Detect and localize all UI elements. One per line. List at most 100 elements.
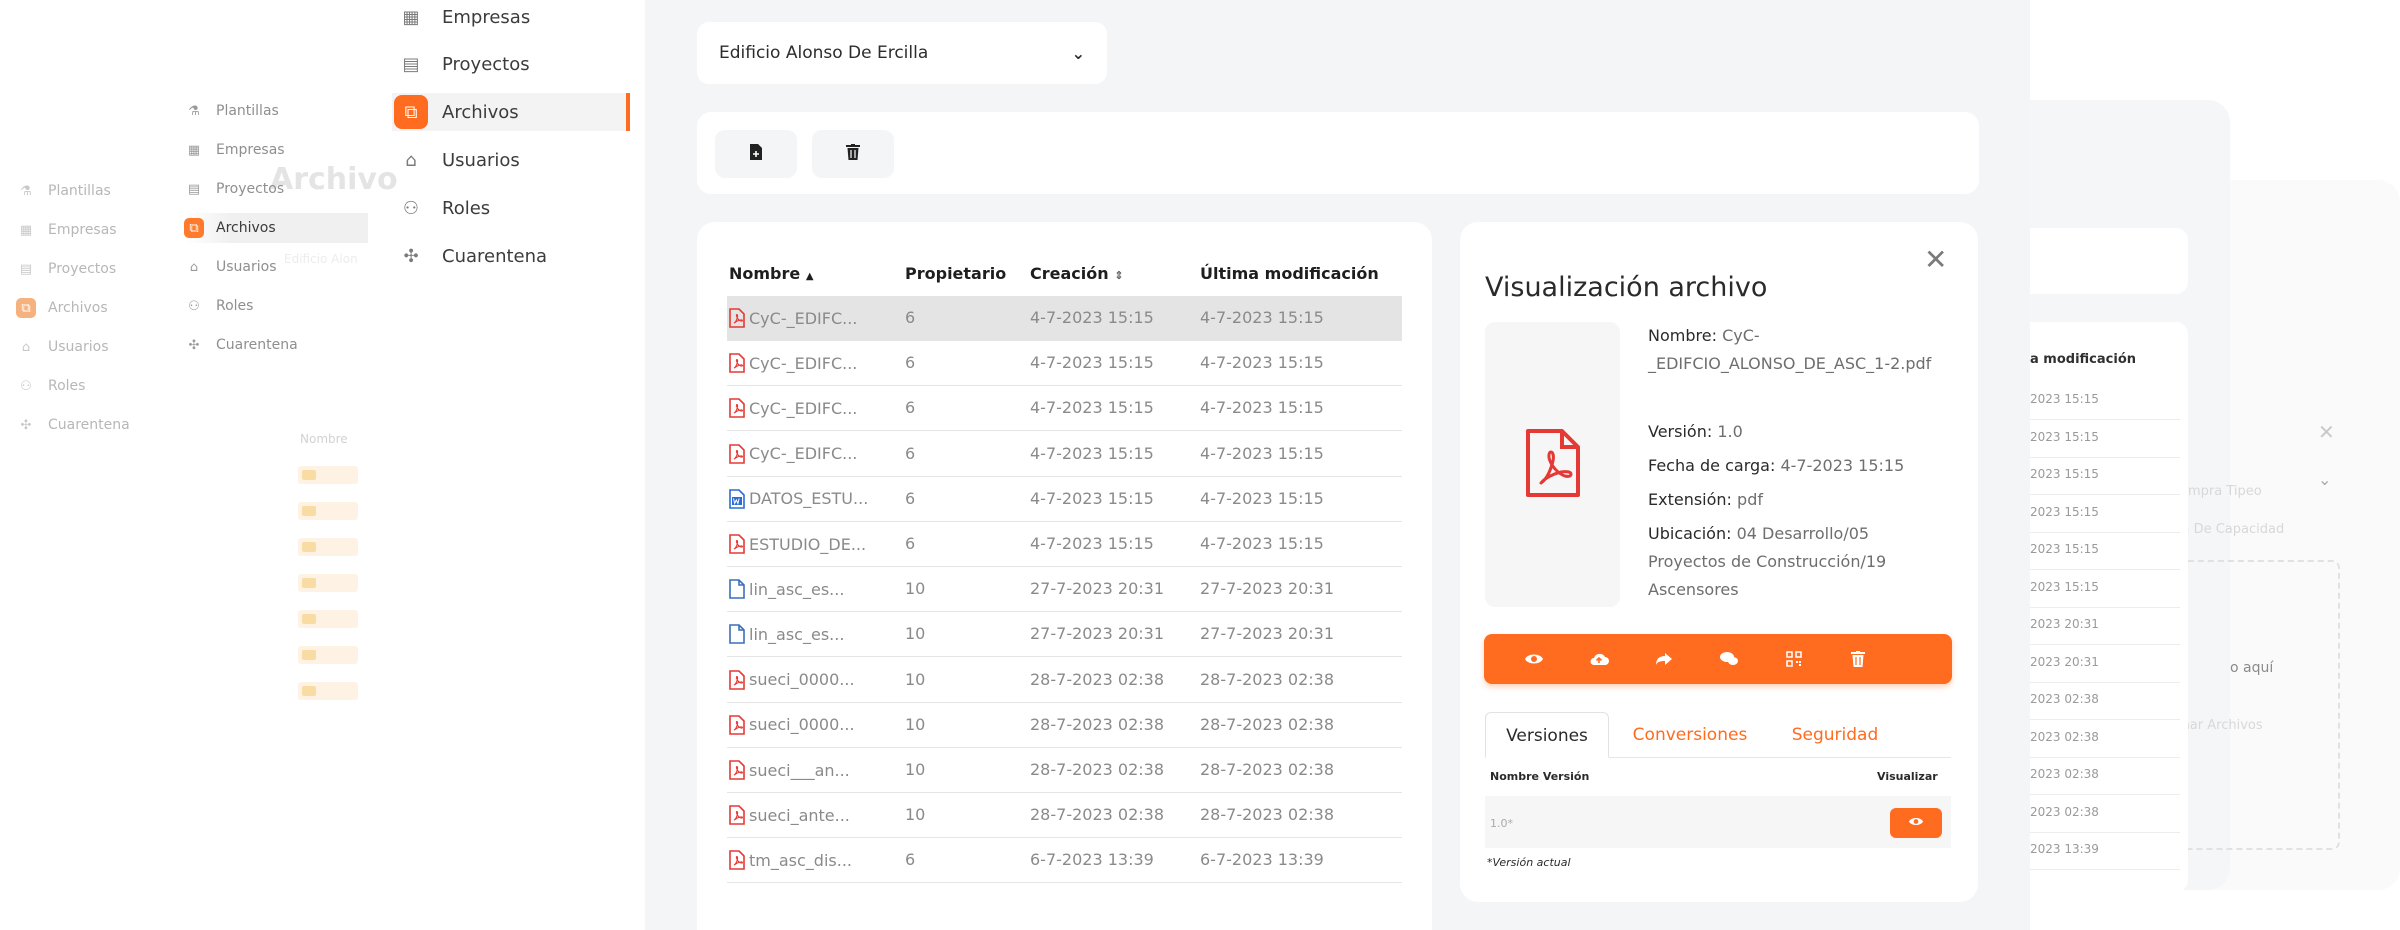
projects-icon: ▤ bbox=[187, 181, 201, 197]
nav-item-empresas[interactable]: ▦ Empresas bbox=[392, 0, 630, 36]
ghost-list-row: 2023 15:15 bbox=[2030, 384, 2180, 420]
roles-icon: ⚇ bbox=[402, 197, 420, 219]
ghost-close-icon: ✕ bbox=[2318, 420, 2335, 444]
roles-icon: ⚇ bbox=[20, 378, 32, 394]
versions-header-view: Visualizar bbox=[1877, 770, 1938, 783]
ghost-mid-nav-item: ✣ Cuarentena bbox=[184, 330, 298, 360]
tab-seguridad[interactable]: Seguridad bbox=[1775, 712, 1895, 758]
table-row[interactable]: DATOS_ESTU... 6 4-7-2023 15:15 4-7-2023 15:… bbox=[727, 477, 1402, 522]
cell-nombre: sueci_0000... bbox=[729, 669, 855, 690]
project-select[interactable]: Edificio Alonso De Ercilla ⌄ bbox=[697, 22, 1107, 84]
roles-icon: ⚇ bbox=[188, 298, 200, 314]
toolbar bbox=[697, 112, 1979, 194]
col-header-propietario[interactable]: Propietario bbox=[905, 264, 1006, 283]
table-row[interactable]: ESTUDIO_DE... 6 4-7-2023 15:15 4-7-2023 15:… bbox=[727, 522, 1402, 567]
nav-item-proyectos[interactable]: ▤ Proyectos bbox=[392, 45, 630, 83]
nav-item-usuarios[interactable]: ⌂ Usuarios bbox=[392, 141, 630, 179]
table-row[interactable]: sueci_0000... 10 28-7-2023 02:38 28-7-2023 … bbox=[727, 703, 1402, 748]
ghost-mid-nav-item: ⌂ Usuarios bbox=[184, 252, 277, 282]
cell-modificacion: 4-7-2023 15:15 bbox=[1200, 534, 1324, 553]
cell-modificacion: 28-7-2023 02:38 bbox=[1200, 805, 1334, 825]
file-icon bbox=[729, 579, 745, 599]
cell-creacion: 4-7-2023 15:15 bbox=[1030, 488, 1154, 508]
info-ubicacion: Ubicación: 04 Desarrollo/05 Proyectos de… bbox=[1648, 524, 1887, 599]
cell-modificacion: 4-7-2023 15:15 bbox=[1200, 308, 1324, 327]
home-icon: ⌂ bbox=[21, 339, 31, 355]
comments-icon[interactable] bbox=[1717, 648, 1741, 670]
cell-creacion: 4-7-2023 15:15 bbox=[1030, 443, 1154, 463]
table-row[interactable]: tm_asc_dis... 6 6-7-2023 13:39 6-7-2023 13:… bbox=[727, 838, 1402, 884]
ghost-card bbox=[2018, 228, 2188, 294]
cell-propietario: 10 bbox=[905, 669, 926, 689]
files-icon: ⧉ bbox=[394, 95, 428, 129]
col-header-nombre[interactable]: Nombre ▲ bbox=[729, 264, 814, 283]
new-file-button[interactable] bbox=[715, 130, 797, 178]
ghost-far-nav-item: ✣ Cuarentena bbox=[16, 410, 130, 440]
view-icon[interactable] bbox=[1522, 648, 1546, 670]
cloud-upload-icon[interactable] bbox=[1587, 648, 1611, 670]
ghost-list-row: 2023 20:31 bbox=[2030, 609, 2180, 645]
table-row[interactable]: CyC-_EDIFC... 6 4-7-2023 15:15 4-7-2023 15:… bbox=[727, 432, 1402, 477]
ghost-row bbox=[298, 610, 358, 628]
trash-icon[interactable] bbox=[1846, 648, 1870, 670]
table-row[interactable]: CyC-_EDIFC... 6 4-7-2023 15:15 4-7-2023 15:… bbox=[727, 341, 1402, 387]
cell-nombre: tm_asc_dis... bbox=[729, 850, 852, 871]
file-icon bbox=[729, 624, 745, 645]
pdf-file-icon bbox=[729, 353, 745, 373]
cell-propietario: 10 bbox=[905, 579, 926, 599]
table-row[interactable]: CyC-_EDIFC... 6 4-7-2023 15:15 4-7-2023 15:… bbox=[727, 386, 1402, 432]
templates-icon: ⚗ bbox=[20, 183, 32, 199]
share-icon[interactable] bbox=[1652, 648, 1676, 670]
col-header-ultima-modificacion[interactable]: Última modificación bbox=[1200, 264, 1379, 283]
qr-code-icon[interactable] bbox=[1782, 648, 1806, 670]
col-header-creacion[interactable]: Creación ⇕ bbox=[1030, 264, 1123, 283]
cell-creacion: 28-7-2023 02:38 bbox=[1030, 714, 1164, 734]
view-version-button[interactable] bbox=[1890, 808, 1942, 838]
table-row[interactable]: sueci_0000... 10 28-7-2023 02:38 28-7-2023 … bbox=[727, 658, 1402, 703]
cell-creacion: 27-7-2023 20:31 bbox=[1030, 579, 1164, 599]
ghost-list-row: 2023 15:15 bbox=[2030, 459, 2180, 495]
cell-nombre: DATOS_ESTU... bbox=[729, 488, 868, 509]
table-row[interactable]: sueci___an... 10 28-7-2023 02:38 28-7-2023 … bbox=[727, 748, 1402, 793]
cell-nombre: CyC-_EDIFC... bbox=[729, 353, 857, 373]
cell-propietario: 6 bbox=[905, 488, 916, 508]
cell-nombre: ESTUDIO_DE... bbox=[729, 534, 866, 554]
info-fecha: Fecha de carga: 4-7-2023 15:15 bbox=[1648, 456, 1905, 475]
ghost-page-title: Archivo bbox=[270, 162, 398, 197]
cell-creacion: 27-7-2023 20:31 bbox=[1030, 624, 1164, 644]
tab-conversiones[interactable]: Conversiones bbox=[1615, 712, 1765, 758]
ghost-mid-nav-item: ⚗ Plantillas bbox=[184, 96, 279, 126]
cell-nombre: CyC-_EDIFC... bbox=[729, 308, 857, 328]
cell-propietario: 10 bbox=[905, 760, 926, 779]
ghost-mid-nav-item: ⚇ Roles bbox=[184, 291, 253, 321]
table-row[interactable]: lin_asc_es... 10 27-7-2023 20:31 27-7-2023 … bbox=[727, 567, 1402, 613]
chevron-down-icon: ⌄ bbox=[1071, 43, 1085, 63]
nav-item-cuarentena[interactable]: ✣ Cuarentena bbox=[392, 237, 630, 275]
close-icon[interactable]: ✕ bbox=[1924, 246, 1947, 274]
home-icon: ⌂ bbox=[405, 149, 417, 171]
files-icon: ⧉ bbox=[16, 298, 36, 318]
cell-creacion: 4-7-2023 15:15 bbox=[1030, 398, 1154, 418]
cell-modificacion: 4-7-2023 15:15 bbox=[1200, 353, 1324, 373]
nav-item-roles[interactable]: ⚇ Roles bbox=[392, 189, 630, 227]
table-row[interactable]: CyC-_EDIFC... 6 4-7-2023 15:15 4-7-2023 15:… bbox=[727, 296, 1402, 341]
ghost-row bbox=[298, 682, 358, 700]
nav-item-archivos[interactable]: ⧉ Archivos bbox=[392, 93, 630, 131]
cell-nombre: sueci_ante... bbox=[729, 805, 850, 825]
ghost-project-text: Edificio Alon bbox=[284, 252, 358, 266]
pdf-file-icon bbox=[729, 714, 745, 735]
version-note: *Versión actual bbox=[1487, 856, 1571, 869]
ghost-list-row: 2023 15:15 bbox=[2030, 572, 2180, 608]
tab-versiones[interactable]: Versiones bbox=[1485, 712, 1609, 758]
ghost-row bbox=[298, 502, 358, 520]
trash-icon bbox=[846, 143, 860, 165]
info-extension: Extensión: pdf bbox=[1648, 490, 1763, 509]
pdf-file-icon bbox=[729, 308, 745, 328]
quarantine-icon: ✣ bbox=[188, 337, 200, 353]
ghost-list-header: a modificación bbox=[2030, 352, 2136, 367]
version-name: 1.0* bbox=[1490, 817, 1513, 830]
table-row[interactable]: lin_asc_es... 10 27-7-2023 20:31 27-7-2023 … bbox=[727, 612, 1402, 658]
cell-creacion: 4-7-2023 15:15 bbox=[1030, 534, 1154, 553]
delete-button[interactable] bbox=[812, 130, 894, 178]
table-row[interactable]: sueci_ante... 10 28-7-2023 02:38 28-7-2023 … bbox=[727, 793, 1402, 839]
